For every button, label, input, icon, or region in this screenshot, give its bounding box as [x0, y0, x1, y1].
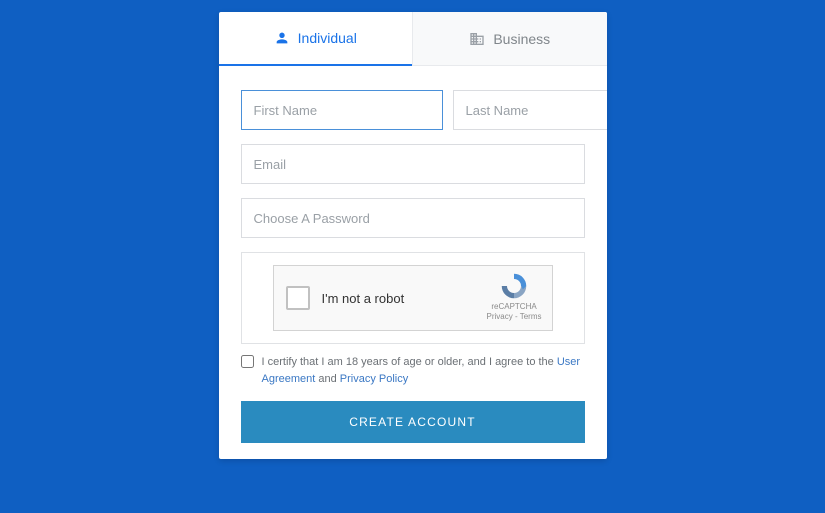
tab-business-label: Business	[493, 31, 550, 47]
privacy-policy-link[interactable]: Privacy Policy	[340, 373, 408, 385]
last-name-input[interactable]	[453, 90, 607, 130]
tab-business[interactable]: Business	[412, 12, 607, 66]
recaptcha-checkbox[interactable]	[286, 286, 310, 310]
recaptcha-legal: Privacy - Terms	[487, 312, 542, 322]
signup-form: I'm not a robot reCAPTCHA Privacy - Term…	[219, 66, 607, 459]
captcha-container: I'm not a robot reCAPTCHA Privacy - Term…	[241, 252, 585, 344]
signup-card: Individual Business I'm not a robot	[219, 12, 607, 459]
email-input[interactable]	[241, 144, 585, 184]
tab-individual[interactable]: Individual	[219, 12, 413, 66]
recaptcha-icon	[500, 272, 528, 300]
password-input[interactable]	[241, 198, 585, 238]
account-type-tabs: Individual Business	[219, 12, 607, 66]
first-name-input[interactable]	[241, 90, 443, 130]
building-icon	[469, 31, 485, 47]
consent-row: I certify that I am 18 years of age or o…	[241, 354, 585, 387]
recaptcha-badge: reCAPTCHA Privacy - Terms	[487, 272, 542, 323]
recaptcha-widget: I'm not a robot reCAPTCHA Privacy - Term…	[273, 265, 553, 331]
consent-text: I certify that I am 18 years of age or o…	[262, 354, 585, 387]
person-icon	[274, 30, 290, 46]
tab-individual-label: Individual	[298, 30, 357, 46]
recaptcha-brand: reCAPTCHA	[487, 302, 542, 312]
recaptcha-label: I'm not a robot	[322, 291, 405, 306]
create-account-button[interactable]: CREATE ACCOUNT	[241, 401, 585, 443]
consent-checkbox[interactable]	[241, 355, 254, 368]
